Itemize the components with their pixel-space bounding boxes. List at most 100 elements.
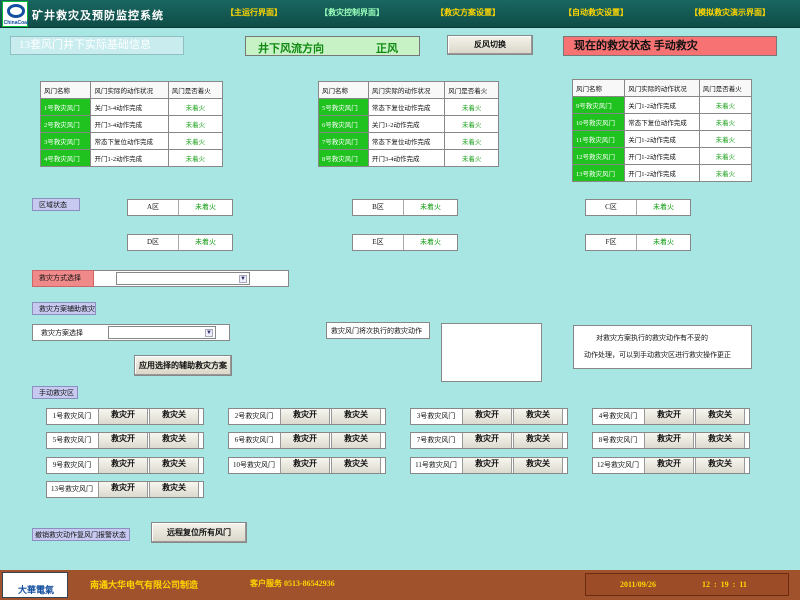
open-door-2-button[interactable]: 救灾开	[280, 409, 330, 424]
open-door-10-button[interactable]: 救灾开	[280, 458, 330, 473]
close-door-6-button[interactable]: 救灾关	[331, 433, 381, 448]
table-row: 7号救灾风门 常态下复位动作完成 未着火	[318, 132, 499, 150]
table-row: 3号救灾风门 常态下复位动作完成 未着火	[39, 132, 224, 150]
nav-auto-rescue[interactable]: 【自动救灾设置】	[564, 7, 628, 18]
rescue-note: 对救灾方案执行的救灾动作有不妥的 动作处理，可以到手动救灾区进行救灾操作更正	[573, 325, 752, 369]
door-fire-status: 未着火	[167, 132, 224, 150]
close-door-3-button[interactable]: 救灾关	[513, 409, 563, 424]
datetime-panel: 2011/09/26 12 : 19 : 11	[585, 573, 789, 596]
zone-a: A区 未着火	[127, 199, 233, 216]
door-label: 1号救灾风门	[52, 412, 92, 420]
close-door-5-button[interactable]: 救灾关	[149, 433, 199, 448]
close-door-4-button[interactable]: 救灾关	[695, 409, 745, 424]
nav-rescue-plan[interactable]: 【救灾方案设置】	[436, 7, 500, 18]
table-row: 5号救灾风门 常态下复位动作完成 未着火	[318, 98, 499, 116]
table-row: 13号救灾风门 开门1-2动作完成 未着火	[571, 164, 753, 182]
door-label: 7号救灾风门	[416, 436, 456, 444]
col-header-fire: 风门是否着火	[444, 81, 499, 99]
door-label: 12号救灾风门	[597, 461, 639, 469]
door-action: 常态下复位动作完成	[367, 98, 446, 116]
door-label: 6号救灾风门	[234, 436, 274, 444]
nav-rescue-control[interactable]: 【救灾控制界面】	[320, 7, 384, 18]
open-door-12-button[interactable]: 救灾开	[644, 458, 694, 473]
open-door-13-button[interactable]: 救灾开	[98, 482, 148, 497]
door-name: 1号救灾风门	[39, 98, 92, 116]
open-door-6-button[interactable]: 救灾开	[280, 433, 330, 448]
door-name: 11号救灾风门	[571, 130, 626, 148]
close-door-12-button[interactable]: 救灾关	[695, 458, 745, 473]
door-name: 2号救灾风门	[39, 115, 92, 133]
reverse-airflow-button[interactable]: 反风切换	[447, 35, 533, 55]
open-door-4-button[interactable]: 救灾开	[644, 409, 694, 424]
open-door-9-button[interactable]: 救灾开	[98, 458, 148, 473]
dahua-logo-text: 大華電氣	[17, 585, 54, 595]
zone-fire-status: 未着火	[195, 238, 217, 246]
airflow-label: 井下风流方向	[258, 43, 324, 55]
door-fire-status: 未着火	[444, 98, 499, 116]
door-fire-status: 未着火	[698, 113, 753, 131]
chevron-down-icon[interactable]: ▼	[239, 275, 247, 283]
manual-rescue-label: 手动救灾区	[32, 386, 78, 399]
customer-service: 客户服务 0513-86542936	[250, 579, 335, 588]
note-line-1: 对救灾方案执行的救灾动作有不妥的	[596, 334, 708, 342]
table-row: 11号救灾风门 关门1-2动作完成 未着火	[571, 130, 753, 148]
open-door-1-button[interactable]: 救灾开	[98, 409, 148, 424]
rescue-mode-label: 救灾方式选择	[32, 270, 94, 287]
door-label: 10号救灾风门	[233, 461, 275, 469]
door-action: 关门1-2动作完成	[624, 96, 700, 114]
close-door-11-button[interactable]: 救灾关	[513, 458, 563, 473]
apply-plan-button[interactable]: 应用选择的辅助救灾方案	[134, 355, 232, 376]
door-fire-status: 未着火	[444, 149, 499, 167]
open-door-11-button[interactable]: 救灾开	[462, 458, 512, 473]
zone-d: D区 未着火	[127, 234, 233, 251]
close-door-13-button[interactable]: 救灾关	[149, 482, 199, 497]
airflow-value: 正风	[376, 43, 398, 55]
door-label: 8号救灾风门	[598, 436, 638, 444]
door-action: 开门1-2动作完成	[624, 164, 700, 182]
door-label: 13号救灾风门	[51, 485, 93, 493]
zone-status-label: 区域状态	[32, 198, 80, 211]
open-door-8-button[interactable]: 救灾开	[644, 433, 694, 448]
open-door-7-button[interactable]: 救灾开	[462, 433, 512, 448]
door-action: 开门3-4动作完成	[367, 149, 446, 167]
zone-fire-status: 未着火	[420, 238, 442, 246]
manual-row-door-12: 12号救灾风门 救灾开 救灾关	[592, 457, 750, 474]
nav-simulation[interactable]: 【模拟救灾演示界面】	[690, 7, 770, 18]
zone-b: B区 未着火	[352, 199, 458, 216]
logo-ring-icon	[7, 4, 25, 18]
rescue-plan-select[interactable]: ▼	[108, 326, 216, 339]
nav-main[interactable]: 【主运行界面】	[226, 7, 282, 18]
manual-row-door-9: 9号救灾风门 救灾开 救灾关	[46, 457, 204, 474]
zone-name: F区	[586, 235, 638, 250]
col-header-action: 风门实际的动作状况	[90, 81, 169, 99]
zone-e: E区 未着火	[352, 234, 458, 251]
plan-select-label: 救灾方案选择	[41, 329, 83, 337]
chevron-down-icon[interactable]: ▼	[205, 329, 213, 337]
basic-info-button[interactable]: 13套风门井下实际基础信息	[10, 36, 184, 55]
door-name: 5号救灾风门	[318, 98, 369, 116]
close-door-7-button[interactable]: 救灾关	[513, 433, 563, 448]
door-fire-status: 未着火	[698, 147, 753, 165]
date-display: 2011/09/26	[620, 580, 657, 589]
open-door-5-button[interactable]: 救灾开	[98, 433, 148, 448]
close-door-1-button[interactable]: 救灾关	[149, 409, 199, 424]
zone-name: A区	[128, 200, 180, 215]
table-row: 2号救灾风门 开门3-4动作完成 未着火	[39, 115, 224, 133]
close-door-8-button[interactable]: 救灾关	[695, 433, 745, 448]
rescue-mode-select[interactable]: ▼	[116, 272, 250, 285]
reset-all-doors-button[interactable]: 远程复位所有风门	[151, 522, 247, 543]
open-door-3-button[interactable]: 救灾开	[462, 409, 512, 424]
door-name: 9号救灾风门	[571, 96, 626, 114]
door-name: 8号救灾风门	[318, 149, 369, 167]
manual-row-door-11: 11号救灾风门 救灾开 救灾关	[410, 457, 568, 474]
close-door-9-button[interactable]: 救灾关	[149, 458, 199, 473]
close-door-10-button[interactable]: 救灾关	[331, 458, 381, 473]
door-label: 9号救灾风门	[52, 461, 92, 469]
next-action-display	[441, 323, 542, 382]
door-action: 开门1-2动作完成	[624, 147, 700, 165]
manual-row-door-10: 10号救灾风门 救灾开 救灾关	[228, 457, 386, 474]
door-label: 2号救灾风门	[234, 412, 274, 420]
clear-alarm-label[interactable]: 撤销救灾动作复风门报警状态	[32, 528, 130, 541]
door-name: 3号救灾风门	[39, 132, 92, 150]
close-door-2-button[interactable]: 救灾关	[331, 409, 381, 424]
